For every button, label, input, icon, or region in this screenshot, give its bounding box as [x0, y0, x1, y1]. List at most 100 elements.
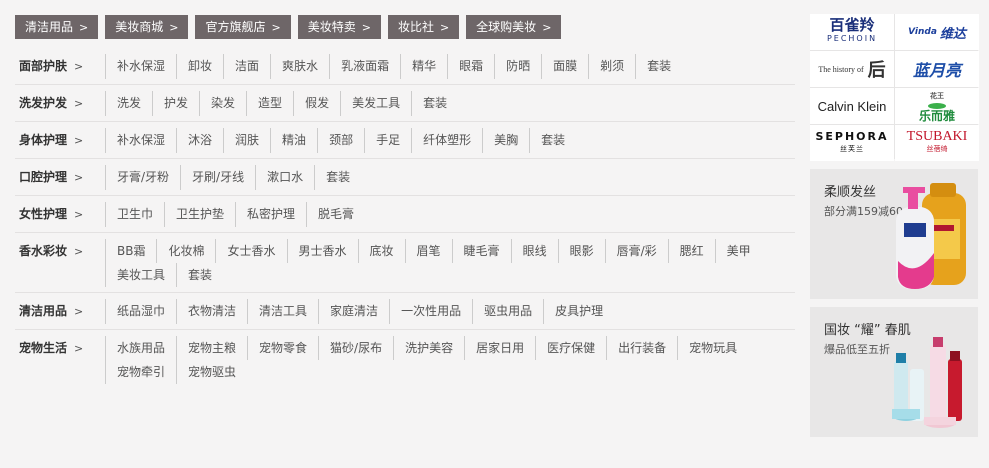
tab-4[interactable]: 妆比社 >	[387, 15, 460, 39]
category-link[interactable]: 套装	[529, 128, 576, 153]
category-link[interactable]: 造型	[246, 91, 293, 116]
category-link[interactable]: 出行装备	[606, 336, 677, 360]
chevron-right-icon: >	[74, 305, 84, 318]
category-link[interactable]: 纤体塑形	[411, 128, 482, 153]
category-link[interactable]: 私密护理	[235, 202, 306, 227]
category-link[interactable]: 纸品湿巾	[105, 299, 176, 324]
category-link[interactable]: 护发	[152, 91, 199, 116]
category-title[interactable]: 清洁用品 >	[15, 299, 105, 324]
chevron-right-icon: >	[74, 60, 84, 73]
category-title[interactable]: 身体护理 >	[15, 128, 105, 153]
category-link[interactable]: 套装	[176, 263, 223, 287]
tab-2[interactable]: 官方旗舰店 >	[195, 15, 291, 39]
category-link[interactable]: 假发	[293, 91, 340, 116]
category-link[interactable]: 眼霜	[447, 54, 494, 79]
category-title[interactable]: 香水彩妆 >	[15, 239, 105, 287]
brand-logo-whoo[interactable]: The history of 后	[810, 51, 894, 87]
category-link[interactable]: 眉笔	[404, 239, 452, 263]
category-link[interactable]: 乳液面霜	[329, 54, 400, 79]
category-link[interactable]: 宠物主粮	[176, 336, 247, 360]
category-link[interactable]: 颈部	[317, 128, 364, 153]
category-link[interactable]: 宠物玩具	[677, 336, 748, 360]
category-link[interactable]: 美妆工具	[105, 263, 176, 287]
category-link[interactable]: 衣物清洁	[176, 299, 247, 324]
category-link[interactable]: 牙刷/牙线	[180, 165, 255, 190]
category-link[interactable]: 皮具护理	[543, 299, 614, 324]
promo-banner-hair[interactable]: 柔顺发丝 部分满159减60	[810, 169, 978, 299]
category-link[interactable]: 洗发	[105, 91, 152, 116]
category-link[interactable]: 底妆	[357, 239, 405, 263]
category-link[interactable]: 女士香水	[215, 239, 286, 263]
category-link[interactable]: 精华	[400, 54, 447, 79]
tab-label: 官方旗舰店	[205, 20, 266, 34]
category-link[interactable]: 套装	[314, 165, 361, 190]
category-title[interactable]: 女性护理 >	[15, 202, 105, 227]
category-link[interactable]: 牙膏/牙粉	[105, 165, 180, 190]
tab-0[interactable]: 清洁用品 >	[15, 15, 99, 39]
category-title[interactable]: 宠物生活 >	[15, 336, 105, 384]
brand-logo-pechoin[interactable]: 百雀羚 PECHOIN	[810, 14, 894, 50]
brand-whoo-mark: 后	[867, 60, 886, 80]
category-link[interactable]: 面膜	[541, 54, 588, 79]
tab-3[interactable]: 美妆特卖 >	[297, 15, 381, 39]
category-link[interactable]: 套装	[411, 91, 458, 116]
category-link[interactable]: 化妆棉	[156, 239, 215, 263]
category-link[interactable]: 清洁工具	[247, 299, 318, 324]
category-link[interactable]: 润肤	[223, 128, 270, 153]
category-link[interactable]: 腮红	[667, 239, 715, 263]
category-title[interactable]: 口腔护理 >	[15, 165, 105, 190]
category-link[interactable]: 美甲	[714, 239, 762, 263]
category-row: 香水彩妆 > BB霜 化妆棉 女士香水 男士香水 底妆 眉笔 睫毛膏 眼线 眼影 唇膏/彩 腮红 美甲美妆…	[15, 233, 795, 293]
category-link[interactable]: 医疗保健	[535, 336, 606, 360]
category-link[interactable]: 卫生护垫	[164, 202, 235, 227]
tab-1[interactable]: 美妆商城 >	[105, 15, 189, 39]
category-link[interactable]: 卫生巾	[105, 202, 164, 227]
brand-logo-sephora[interactable]: SEPHORA 丝芙兰	[810, 125, 894, 161]
category-link[interactable]: 猫砂/尿布	[318, 336, 393, 360]
brand-logo-lewei[interactable]: 花王 乐而雅	[895, 88, 979, 124]
category-items: 洗发 护发 染发 造型 假发 美发工具 套装	[105, 91, 795, 116]
category-link[interactable]: 一次性用品	[389, 299, 472, 324]
chevron-right-icon: >	[74, 171, 84, 184]
category-link[interactable]: 美胸	[482, 128, 529, 153]
category-link[interactable]: 睫毛膏	[451, 239, 511, 263]
category-link[interactable]: 唇膏/彩	[604, 239, 668, 263]
category-link[interactable]: 驱虫用品	[472, 299, 543, 324]
category-link[interactable]: BB霜	[105, 239, 156, 263]
category-link[interactable]: 男士香水	[286, 239, 358, 263]
tab-5[interactable]: 全球购美妆 >	[466, 15, 562, 39]
category-link[interactable]: 剃须	[588, 54, 635, 79]
promo-banner-cosmetics[interactable]: 国妆 “耀” 春肌 爆品低至五折	[810, 307, 978, 437]
category-link[interactable]: 宠物牵引	[105, 360, 176, 384]
category-link[interactable]: 套装	[635, 54, 682, 79]
category-link[interactable]: 补水保湿	[105, 54, 176, 79]
category-link[interactable]: 洁面	[223, 54, 270, 79]
category-link[interactable]: 精油	[270, 128, 317, 153]
category-title[interactable]: 洗发护发 >	[15, 91, 105, 116]
brand-lewei-name: 乐而雅	[918, 109, 955, 123]
category-title[interactable]: 面部护肤 >	[15, 54, 105, 79]
brand-logo-tsubaki[interactable]: TSUBAKI 丝蓓绮	[895, 125, 979, 161]
category-link[interactable]: 卸妆	[176, 54, 223, 79]
category-link[interactable]: 洗护美容	[393, 336, 464, 360]
category-link[interactable]: 水族用品	[105, 336, 176, 360]
category-link[interactable]: 宠物零食	[247, 336, 318, 360]
tab-label: 全球购美妆	[476, 20, 537, 34]
brand-logo-calvin-klein[interactable]: Calvin Klein	[810, 88, 894, 124]
category-link[interactable]: 沐浴	[176, 128, 223, 153]
category-link[interactable]: 脱毛膏	[306, 202, 365, 227]
category-link[interactable]: 爽肤水	[270, 54, 329, 79]
category-link[interactable]: 漱口水	[255, 165, 314, 190]
category-link[interactable]: 眼影	[557, 239, 605, 263]
category-link[interactable]: 家庭清洁	[318, 299, 389, 324]
category-link[interactable]: 美发工具	[340, 91, 411, 116]
category-link[interactable]: 染发	[199, 91, 246, 116]
brand-logo-lanyue[interactable]: 蓝月亮	[895, 51, 979, 87]
category-link[interactable]: 宠物驱虫	[176, 360, 247, 384]
category-link[interactable]: 手足	[364, 128, 411, 153]
category-link[interactable]: 居家日用	[464, 336, 535, 360]
category-link[interactable]: 防晒	[494, 54, 541, 79]
category-link[interactable]: 眼线	[510, 239, 558, 263]
category-link[interactable]: 补水保湿	[105, 128, 176, 153]
brand-logo-vinda[interactable]: Vinda 维达	[895, 14, 979, 50]
